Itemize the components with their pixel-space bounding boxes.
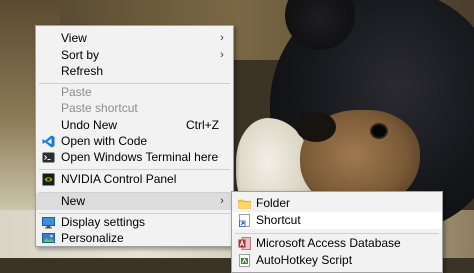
menu-separator xyxy=(39,169,230,170)
menu-item-label: Folder xyxy=(256,196,291,210)
menu-item-label: Open Windows Terminal here xyxy=(61,150,219,164)
nvidia-icon xyxy=(42,173,55,186)
keyboard-shortcut: Ctrl+Z xyxy=(186,118,219,132)
terminal-icon xyxy=(42,152,55,163)
desktop-context-menu: View › Sort by › Refresh Paste Paste sho… xyxy=(35,25,234,247)
chevron-right-icon: › xyxy=(220,195,224,207)
menu-item-label: Display settings xyxy=(61,215,146,229)
menu-item-label: View xyxy=(61,31,87,45)
menu-item-paste[interactable]: Paste xyxy=(36,84,233,101)
menu-item-paste-shortcut[interactable]: Paste shortcut xyxy=(36,100,233,117)
shortcut-icon xyxy=(239,214,250,227)
personalize-icon xyxy=(42,233,55,243)
menu-item-nvidia-control-panel[interactable]: NVIDIA Control Panel xyxy=(36,171,233,188)
menu-item-label: Refresh xyxy=(61,64,104,78)
menu-item-label: Shortcut xyxy=(256,213,301,227)
menu-item-open-terminal[interactable]: Open Windows Terminal here xyxy=(36,149,233,166)
submenu-item-autohotkey-script[interactable]: AutoHotkey Script xyxy=(232,252,442,269)
menu-item-label: New xyxy=(61,194,86,208)
submenu-item-folder[interactable]: Folder xyxy=(232,195,442,212)
menu-item-label: Paste shortcut xyxy=(61,101,138,115)
bear-nose xyxy=(296,112,336,142)
menu-item-label: Open with Code xyxy=(61,134,148,148)
chevron-right-icon: › xyxy=(220,32,224,44)
menu-item-label: Paste xyxy=(61,85,92,99)
submenu-item-shortcut[interactable]: Shortcut xyxy=(232,212,442,229)
autohotkey-icon xyxy=(239,254,250,267)
menu-item-label: Microsoft Access Database xyxy=(256,236,401,250)
menu-separator xyxy=(235,233,439,234)
menu-item-view[interactable]: View › xyxy=(36,30,233,47)
submenu-item-access-database[interactable]: Microsoft Access Database xyxy=(232,235,442,252)
menu-item-new[interactable]: New › xyxy=(36,193,233,210)
menu-item-open-with-code[interactable]: Open with Code xyxy=(36,133,233,150)
menu-item-label: Personalize xyxy=(61,231,124,245)
folder-icon xyxy=(238,199,251,209)
vscode-icon xyxy=(42,135,55,148)
new-submenu: Folder Shortcut Microsoft Access Databas… xyxy=(231,191,443,273)
bear-eye xyxy=(372,125,386,137)
menu-item-display-settings[interactable]: Display settings xyxy=(36,214,233,231)
menu-item-refresh[interactable]: Refresh xyxy=(36,63,233,80)
menu-item-undo-new[interactable]: Undo New Ctrl+Z xyxy=(36,117,233,134)
menu-item-sort-by[interactable]: Sort by › xyxy=(36,47,233,64)
menu-item-label: NVIDIA Control Panel xyxy=(61,172,177,186)
chevron-right-icon: › xyxy=(220,49,224,61)
menu-item-label: Sort by xyxy=(61,48,100,62)
menu-item-label: Undo New xyxy=(61,118,118,132)
menu-item-label: AutoHotkey Script xyxy=(256,253,353,267)
menu-item-personalize[interactable]: Personalize xyxy=(36,230,233,247)
access-icon xyxy=(238,237,251,250)
display-icon xyxy=(42,217,55,229)
